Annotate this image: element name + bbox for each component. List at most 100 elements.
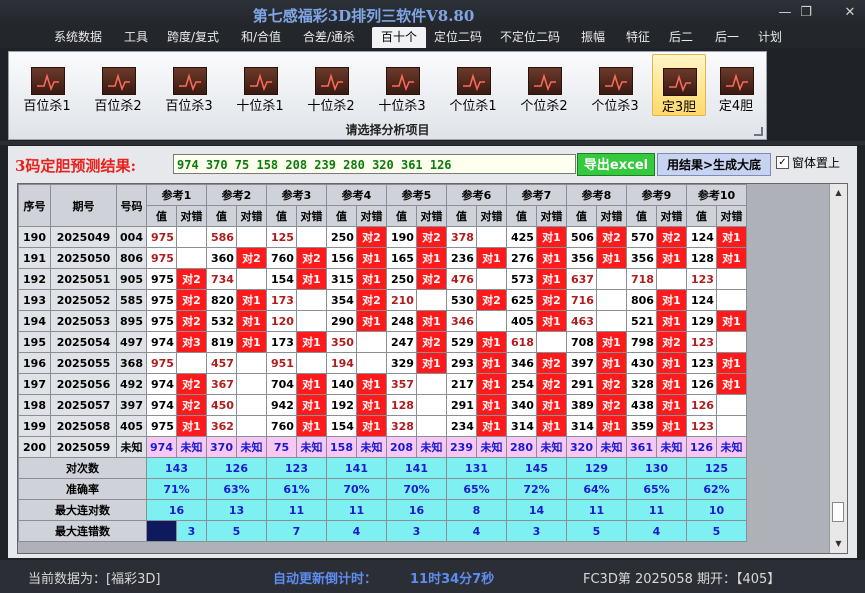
pending-row[interactable]: 200 2025059 未知 974 未知 370 未知 75 未知 158 未知 208 未知 239 未… xyxy=(18,436,747,458)
ribbon-button-fixed-4[interactable]: 定4胆 xyxy=(710,54,762,114)
scroll-up-icon[interactable]: ▲ xyxy=(831,185,846,200)
subheader-value: 值 xyxy=(446,205,477,227)
cell-result: 对1 xyxy=(656,352,687,374)
chart-icon xyxy=(528,67,562,95)
row-seq: 190 xyxy=(18,226,51,248)
menu-amplitude[interactable]: 振幅 xyxy=(577,29,609,46)
cell-result: 对1 xyxy=(356,268,387,290)
menu-hundreds-tens-ones[interactable]: 百十个 xyxy=(372,27,426,48)
table-row[interactable]: 193 2025052 585 975 对2 820 对1 173 354 对2 210 530 对2 6… xyxy=(18,289,747,311)
prediction-table: 序号 期号 号码 参考1 参考2 参考3 参考4 参考5 参考6 参考7 参考8 参考9 参考10 值对错… xyxy=(18,184,747,542)
ribbon-button-ones-kill-1[interactable]: 个位杀1 xyxy=(441,54,505,114)
menu-last-one[interactable]: 后一 xyxy=(711,29,743,46)
on-top-label: 窗体置上 xyxy=(792,156,841,170)
menu-unfixed-two[interactable]: 不定位二码 xyxy=(496,29,564,46)
cell-result: 对2 xyxy=(536,352,567,374)
ribbon-button-ones-kill-2[interactable]: 个位杀2 xyxy=(512,54,576,114)
vertical-scrollbar[interactable]: ▲ ▼ xyxy=(829,184,847,553)
cell-value: 329 xyxy=(386,352,417,374)
table-row[interactable]: 198 2025057 397 974 对2 450 942 对1 192 对1 128 291 对1 3… xyxy=(18,394,747,416)
cell-value: 340 xyxy=(506,394,537,416)
cell-value: 173 xyxy=(266,289,297,311)
menu-features[interactable]: 特征 xyxy=(622,29,654,46)
pending-value: 361 xyxy=(626,436,657,458)
cell-value: 397 xyxy=(566,352,597,374)
cell-result: 对1 xyxy=(536,268,567,290)
on-top-checkbox[interactable]: ✓ xyxy=(776,156,789,169)
cell-result: 对1 xyxy=(536,310,567,332)
table-row[interactable]: 194 2025053 895 975 对2 532 对1 120 290 对1 248 对1 346 4… xyxy=(18,310,747,332)
cell-value: 156 xyxy=(326,247,357,269)
cell-result: 对1 xyxy=(596,352,627,374)
stats-value: 11 xyxy=(326,499,387,521)
menu-diff[interactable]: 合差/通杀 xyxy=(299,29,359,46)
restore-button[interactable]: ❐ xyxy=(796,5,816,20)
row-number: 585 xyxy=(116,289,147,311)
ribbon-button-fixed-3[interactable]: 定3胆 xyxy=(652,54,706,116)
menu-sum[interactable]: 和/合值 xyxy=(237,29,285,46)
table-row[interactable]: 190 2025049 004 975 586 125 250 对2 190 对2 378 425 对1… xyxy=(18,226,747,248)
cell-value: 760 xyxy=(266,415,297,437)
cell-value: 362 xyxy=(206,415,237,437)
menu-system-data[interactable]: 系统数据 xyxy=(50,29,106,46)
cell-value: 236 xyxy=(446,247,477,269)
ribbon-button-tens-kill-3[interactable]: 十位杀3 xyxy=(370,54,434,114)
menu-span[interactable]: 跨度/复式 xyxy=(163,29,223,46)
generate-base-button[interactable]: 用结果>生成大底 xyxy=(657,153,771,176)
ribbon-button-tens-kill-2[interactable]: 十位杀2 xyxy=(299,54,363,114)
subheader-result: 对错 xyxy=(656,205,687,227)
minimize-button[interactable]: — xyxy=(775,5,795,20)
cell-value: 276 xyxy=(506,247,537,269)
row-period: 2025055 xyxy=(50,352,117,374)
cell-value: 234 xyxy=(446,415,477,437)
menu-tools[interactable]: 工具 xyxy=(120,29,152,46)
cell-result xyxy=(356,352,387,374)
header-ref: 参考7 xyxy=(506,184,567,206)
ribbon-button-tens-kill-1[interactable]: 十位杀1 xyxy=(228,54,292,114)
stats-value: 64% xyxy=(566,478,627,500)
table-row[interactable]: 197 2025056 492 974 对2 367 704 对1 140 对1 357 217 对1 2… xyxy=(18,373,747,395)
stats-value: 141 xyxy=(386,457,447,479)
close-button[interactable]: ✕ xyxy=(840,5,860,20)
stats-value: 4 xyxy=(326,520,387,542)
table-row[interactable]: 196 2025055 368 975 457 951 194 329 对1 293 对1 346 对2… xyxy=(18,352,747,374)
cell-result: 对2 xyxy=(176,310,207,332)
cell-result: 对1 xyxy=(656,289,687,311)
scroll-thumb[interactable] xyxy=(832,502,844,522)
result-field[interactable]: 974 370 75 158 208 239 280 320 361 126 xyxy=(173,154,576,174)
cell-value: 975 xyxy=(146,352,177,374)
table-row[interactable]: 192 2025051 905 975 对2 734 154 对1 315 对1 250 对2 476 5… xyxy=(18,268,747,290)
cell-value: 820 xyxy=(206,289,237,311)
stats-row: 最大连错数 3 5 7 4 3 4 3 5 4 5 xyxy=(18,520,747,542)
cell-value: 586 xyxy=(206,226,237,248)
countdown-value: 11时34分7秒 xyxy=(410,572,495,587)
scroll-down-icon[interactable]: ▼ xyxy=(831,536,846,551)
ribbon-button-hundreds-kill-1[interactable]: 百位杀1 xyxy=(15,54,79,114)
menu-plan[interactable]: 计划 xyxy=(754,29,786,46)
expand-corner-icon[interactable] xyxy=(754,127,763,136)
cell-result: 对1 xyxy=(476,247,507,269)
stats-label: 对次数 xyxy=(18,457,147,479)
cell-value: 124 xyxy=(686,226,717,248)
ribbon-button-hundreds-kill-3[interactable]: 百位杀3 xyxy=(157,54,221,114)
cell-value: 314 xyxy=(506,415,537,437)
menu-fixed-two[interactable]: 定位二码 xyxy=(430,29,486,46)
cell-result: 对1 xyxy=(296,373,327,395)
table-row[interactable]: 195 2025054 497 974 对3 819 对1 173 对1 350 247 对2 529 对… xyxy=(18,331,747,353)
chart-icon xyxy=(315,67,349,95)
cell-result xyxy=(416,394,447,416)
cell-value: 438 xyxy=(626,394,657,416)
ribbon-button-hundreds-kill-2[interactable]: 百位杀2 xyxy=(86,54,150,114)
cell-result: 对2 xyxy=(536,373,567,395)
row-number: 492 xyxy=(116,373,147,395)
ribbon-button-ones-kill-3[interactable]: 个位杀3 xyxy=(583,54,647,114)
table-row[interactable]: 191 2025050 806 975 360 对2 760 对2 156 对1 165 对1 236 对… xyxy=(18,247,747,269)
cell-result: 对1 xyxy=(716,226,747,248)
export-excel-button[interactable]: 导出excel xyxy=(577,153,655,176)
cell-value: 529 xyxy=(446,331,477,353)
data-grid[interactable]: 序号 期号 号码 参考1 参考2 参考3 参考4 参考5 参考6 参考7 参考8 参考9 参考10 值对错… xyxy=(17,183,848,554)
cell-value: 798 xyxy=(626,331,657,353)
table-row[interactable]: 199 2025058 405 975 对1 362 760 对1 154 对1 328 234 对1 3… xyxy=(18,415,747,437)
menu-last-two[interactable]: 后二 xyxy=(665,29,697,46)
cell-value: 704 xyxy=(266,373,297,395)
